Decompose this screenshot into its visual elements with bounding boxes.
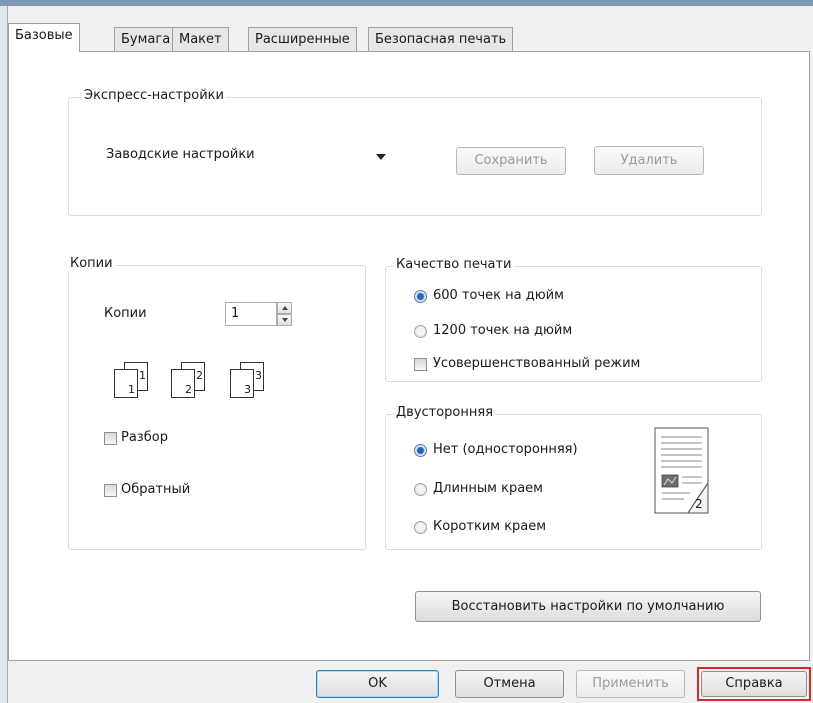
- page-number: 3: [255, 369, 262, 382]
- copies-count-input[interactable]: 1: [225, 302, 277, 326]
- save-preset-button[interactable]: Сохранить: [456, 147, 566, 175]
- page-number: 1: [139, 369, 146, 382]
- duplex-short-edge-radio[interactable]: [414, 521, 427, 534]
- help-button-highlight: [697, 667, 811, 701]
- quality-600-radio[interactable]: [414, 290, 427, 303]
- quality-600-label: 600 точек на дюйм: [433, 288, 564, 303]
- duplex-long-edge-radio[interactable]: [414, 483, 427, 496]
- delete-preset-button[interactable]: Удалить: [594, 146, 704, 175]
- chevron-down-icon: [376, 154, 386, 160]
- express-settings-dropdown[interactable]: Заводские настройки: [104, 144, 400, 168]
- enhanced-mode-checkbox[interactable]: [414, 358, 427, 371]
- copies-count-label: Копии: [104, 306, 147, 321]
- tab-secure-print[interactable]: Безопасная печать: [368, 27, 514, 51]
- reverse-label: Обратный: [121, 482, 191, 497]
- window-frame-top: [0, 0, 813, 6]
- duplex-none-label: Нет (односторонняя): [433, 442, 578, 457]
- duplex-short-edge-label: Коротким краем: [433, 519, 547, 534]
- reverse-checkbox[interactable]: [104, 484, 117, 497]
- window-frame-left: [0, 6, 8, 703]
- restore-defaults-button[interactable]: Восстановить настройки по умолчанию: [415, 591, 761, 622]
- collate-label: Разбор: [121, 430, 168, 445]
- duplex-preview-icon: 2: [654, 427, 710, 515]
- duplex-none-radio[interactable]: [414, 444, 427, 457]
- print-quality-legend: Качество печати: [394, 257, 514, 272]
- cancel-button[interactable]: Отмена: [455, 670, 564, 698]
- page-number: 2: [196, 369, 203, 382]
- copies-legend: Копии: [68, 256, 115, 271]
- arrow-down-icon: [281, 318, 288, 322]
- ok-button[interactable]: OK: [316, 670, 439, 698]
- quality-1200-radio[interactable]: [414, 325, 427, 338]
- tab-basic[interactable]: Базовые: [8, 23, 80, 52]
- tab-paper[interactable]: Бумага: [114, 27, 178, 51]
- duplex-preview-page-number: 2: [695, 497, 703, 511]
- express-settings-legend: Экспресс-настройки: [82, 88, 226, 103]
- tab-advanced[interactable]: Расширенные: [248, 27, 357, 51]
- quality-1200-label: 1200 точек на дюйм: [433, 323, 573, 338]
- apply-button[interactable]: Применить: [576, 670, 685, 698]
- enhanced-mode-label: Усовершенствованный режим: [433, 356, 641, 371]
- copies-increment-button[interactable]: [277, 302, 292, 314]
- tab-layout[interactable]: Макет: [172, 27, 229, 51]
- collate-checkbox[interactable]: [104, 432, 117, 445]
- copies-decrement-button[interactable]: [277, 314, 292, 326]
- express-settings-selected: Заводские настройки: [106, 147, 255, 162]
- duplex-legend: Двусторонняя: [394, 405, 496, 420]
- collate-illustration: 1 1 2 2 3 3: [112, 356, 292, 404]
- duplex-long-edge-label: Длинным краем: [433, 481, 543, 496]
- arrow-up-icon: [281, 306, 288, 310]
